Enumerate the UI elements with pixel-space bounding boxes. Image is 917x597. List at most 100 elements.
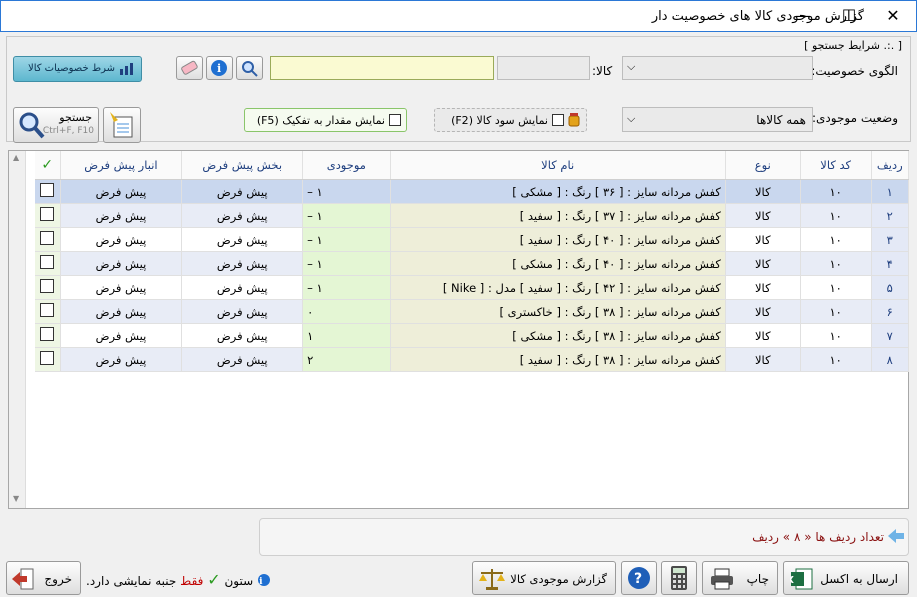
row-checkbox-cell[interactable] [35,347,61,372]
show-profit-toggle[interactable]: نمایش سود کالا (F2) [434,108,587,132]
check-icon[interactable]: ✓ [35,151,61,180]
row-number: ۵ [871,275,910,300]
svg-text:i: i [259,577,263,587]
pattern-select[interactable]: ⌵ [622,56,813,80]
cell-name: کفش مردانه سایز : [ ۳۸ ] رنگ : [ مشکی ] [390,323,726,348]
cell-warehouse: پیش فرض [60,251,183,276]
column-header-qty[interactable]: موجودی [302,151,391,180]
table-row[interactable]: ۲ ۱۰ کالا کفش مردانه سایز : [ ۳۷ ] رنگ : [ … [35,203,910,228]
table-row[interactable]: ۵ ۱۰ کالا کفش مردانه سایز : [ ۴۲ ] رنگ : [ … [35,275,910,300]
report-settings-button[interactable] [103,107,141,143]
cell-name: کفش مردانه سایز : [ ۴۰ ] رنگ : [ سفید ] [390,227,726,252]
cell-warehouse: پیش فرض [60,179,183,204]
table-row[interactable]: ۳ ۱۰ کالا کفش مردانه سایز : [ ۴۰ ] رنگ : [ … [35,227,910,252]
column-header-type[interactable]: نوع [725,151,801,180]
arrow-left-icon [888,529,904,546]
search-kala-button[interactable] [236,56,263,80]
info-button[interactable]: i [206,56,233,80]
stock-status-value: همه کالاها [756,113,806,127]
cell-warehouse: پیش فرض [60,275,183,300]
table-row[interactable]: ۴ ۱۰ کالا کفش مردانه سایز : [ ۴۰ ] رنگ : [ … [35,251,910,276]
exit-button[interactable]: خروج [6,561,81,595]
row-checkbox-cell[interactable] [35,227,61,252]
row-number: ۱ [871,179,910,204]
row-checkbox-cell[interactable] [35,323,61,348]
table-row[interactable]: ۶ ۱۰ کالا کفش مردانه سایز : [ ۳۸ ] رنگ : [ … [35,299,910,324]
search-button[interactable]: جستجو Ctrl+F, F10 [13,107,99,143]
cell-code: ۱۰ [800,179,872,204]
cell-code: ۱۰ [800,347,872,372]
cell-warehouse: پیش فرض [60,299,183,324]
property-conditions-button[interactable]: شرط خصوصیات کالا [13,56,142,82]
row-number: ۲ [871,203,910,228]
show-profit-checkbox[interactable] [552,114,564,126]
kala-code-field[interactable] [497,56,590,80]
stock-status-label: وضعیت موجودی: [811,111,898,125]
row-checkbox[interactable] [40,303,55,317]
show-qty-separate-toggle[interactable]: نمایش مقدار به تفکیک (F5) [244,108,407,132]
table-header: ردیف کد کالا نوع نام کالا موجودی بخش پیش… [35,151,910,180]
cell-qty: ۱ [302,323,391,348]
stock-report-button[interactable]: گزارش موجودی کالا [472,561,616,595]
title-bar: — ☐ ✕ گزارش موجودی کالا های خصوصیت دار [0,0,917,32]
show-qty-separate-checkbox[interactable] [389,114,401,126]
row-checkbox-cell[interactable] [35,275,61,300]
table-row[interactable]: ۸ ۱۰ کالا کفش مردانه سایز : [ ۳۸ ] رنگ : [ … [35,347,910,372]
column-header-row[interactable]: ردیف [871,151,910,180]
scroll-down-icon[interactable]: ▼ [13,494,19,503]
search-shortcut: Ctrl+F, F10 [42,126,94,136]
cell-warehouse: پیش فرض [60,323,183,348]
cell-section: پیش فرض [181,227,304,252]
cell-qty: ۲ [302,347,391,372]
send-excel-button[interactable]: X ارسال به اکسل [783,561,909,595]
cell-section: پیش فرض [181,299,304,324]
search-button-label: جستجو [59,111,92,124]
clear-button[interactable] [176,56,203,80]
column-header-code[interactable]: کد کالا [800,151,872,180]
kala-name-field[interactable] [270,56,494,80]
exit-label: خروج [44,572,72,586]
close-button[interactable]: ✕ [870,1,916,32]
table-row[interactable]: ۱ ۱۰ کالا کفش مردانه سایز : [ ۳۶ ] رنگ : [ … [35,179,910,204]
svg-text:X: X [790,575,794,586]
info-icon: i [257,574,271,588]
row-checkbox[interactable] [40,183,55,197]
cell-qty: ۱ – [302,179,391,204]
row-checkbox[interactable] [40,207,55,221]
stock-status-select[interactable]: همه کالاها ⌵ [622,107,813,132]
scroll-up-icon[interactable]: ▲ [13,153,19,162]
row-checkbox[interactable] [40,279,55,293]
row-checkbox[interactable] [40,351,55,365]
cell-section: پیش فرض [181,275,304,300]
results-grid[interactable]: ▲ ▼ ردیف کد کالا نوع نام کالا موجودی بخش… [8,150,910,509]
scale-icon [477,566,507,595]
vertical-scrollbar[interactable]: ▲ ▼ [9,151,26,508]
chevron-down-icon: ⌵ [627,112,636,125]
row-count-text: تعداد ردیف ها « ۸ » ردیف [752,530,884,544]
calculator-icon [671,566,687,590]
row-checkbox-cell[interactable] [35,299,61,324]
row-checkbox[interactable] [40,255,55,269]
column-header-section[interactable]: بخش پیش فرض [181,151,304,180]
column-header-name[interactable]: نام کالا [390,151,726,180]
column-header-warehouse[interactable]: انبار پیش فرض [60,151,183,180]
cell-name: کفش مردانه سایز : [ ۳۸ ] رنگ : [ سفید ] [390,347,726,372]
results-table: ردیف کد کالا نوع نام کالا موجودی بخش پیش… [35,151,910,372]
help-button[interactable]: ? [621,561,657,595]
cell-warehouse: پیش فرض [60,203,183,228]
cell-name: کفش مردانه سایز : [ ۴۰ ] رنگ : [ مشکی ] [390,251,726,276]
column-hint-prefix: ستون [224,574,254,588]
row-checkbox[interactable] [40,231,55,245]
row-number: ۳ [871,227,910,252]
row-checkbox-cell[interactable] [35,251,61,276]
row-checkbox-cell[interactable] [35,203,61,228]
kala-label: کالا: [592,64,613,78]
row-checkbox-cell[interactable] [35,179,61,204]
print-button[interactable]: چاپ [702,561,778,595]
row-checkbox[interactable] [40,327,55,341]
cell-qty: ۱ – [302,227,391,252]
cell-code: ۱۰ [800,203,872,228]
cell-type: کالا [725,227,801,252]
calculator-button[interactable] [661,561,697,595]
table-row[interactable]: ۷ ۱۰ کالا کفش مردانه سایز : [ ۳۸ ] رنگ : [ … [35,323,910,348]
